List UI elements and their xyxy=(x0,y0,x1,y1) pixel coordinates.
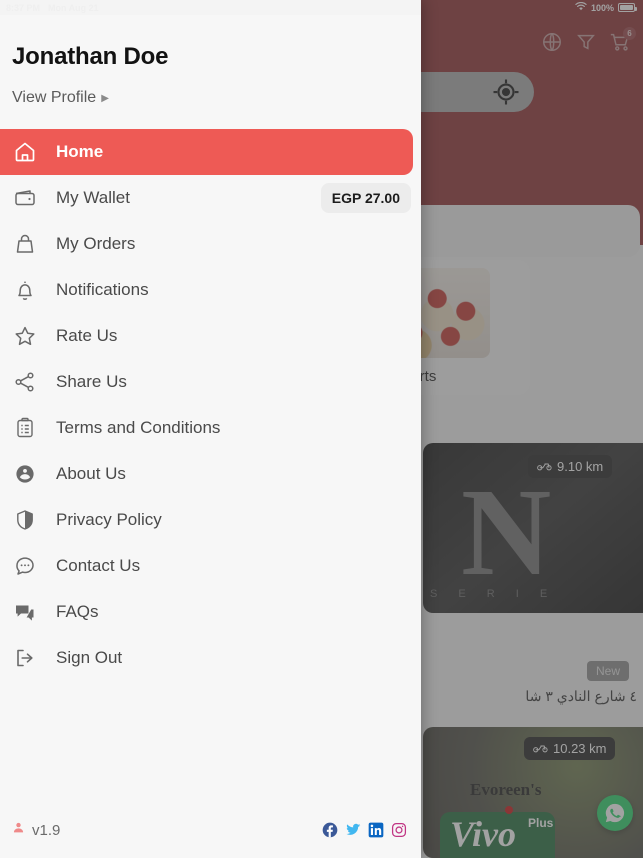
bag-icon xyxy=(12,231,38,257)
shield-icon xyxy=(12,507,38,533)
sign-out-icon xyxy=(12,645,38,671)
chat-icon xyxy=(12,553,38,579)
app-version-label: v1.9 xyxy=(32,821,61,839)
user-name: Jonathan Doe xyxy=(12,43,169,70)
menu-item-home[interactable]: Home xyxy=(0,129,413,175)
wallet-balance-badge: EGP 27.00 xyxy=(320,183,411,213)
instagram-icon[interactable] xyxy=(391,822,407,838)
clipboard-icon xyxy=(12,415,38,441)
profile-section: Jonathan Doe View Profile ▶ xyxy=(0,15,421,107)
view-profile-label: View Profile xyxy=(12,89,97,106)
star-icon xyxy=(12,323,38,349)
menu-item-label: Share Us xyxy=(56,372,127,391)
menu-item-rate-us[interactable]: Rate Us xyxy=(0,313,421,359)
twitter-icon[interactable] xyxy=(345,822,361,838)
person-icon xyxy=(12,821,25,839)
menu-item-label: About Us xyxy=(56,464,126,483)
share-icon xyxy=(12,369,38,395)
drawer-menu: Home My Wallet EGP 27.00 My Orders Notif… xyxy=(0,129,421,808)
chevron-right-icon: ▶ xyxy=(101,92,109,104)
menu-item-sign-out[interactable]: Sign Out xyxy=(0,635,421,681)
drawer-status-bar: 8:37 PM Mon Aug 21 xyxy=(0,0,421,15)
menu-item-faqs[interactable]: FAQs xyxy=(0,589,421,635)
menu-item-label: My Wallet xyxy=(56,188,130,207)
menu-item-share-us[interactable]: Share Us xyxy=(0,359,421,405)
menu-item-label: Terms and Conditions xyxy=(56,418,221,437)
menu-item-label: My Orders xyxy=(56,234,136,253)
faq-icon xyxy=(12,599,38,625)
home-icon xyxy=(12,139,38,165)
menu-item-privacy-policy[interactable]: Privacy Policy xyxy=(0,497,421,543)
menu-item-terms-and-conditions[interactable]: Terms and Conditions xyxy=(0,405,421,451)
menu-item-label: Sign Out xyxy=(56,648,123,667)
bell-icon xyxy=(12,277,38,303)
menu-item-label: FAQs xyxy=(56,602,99,621)
menu-item-label: Contact Us xyxy=(56,556,141,575)
menu-item-about-us[interactable]: About Us xyxy=(0,451,421,497)
menu-item-label: Home xyxy=(56,142,104,161)
social-links xyxy=(322,822,407,838)
view-profile-link[interactable]: View Profile ▶ xyxy=(12,89,409,107)
navigation-drawer: 8:37 PM Mon Aug 21 Jonathan Doe View Pro… xyxy=(0,0,421,858)
menu-item-my-orders[interactable]: My Orders xyxy=(0,221,421,267)
menu-item-my-wallet[interactable]: My Wallet EGP 27.00 xyxy=(0,175,421,221)
drawer-footer: v1.9 xyxy=(0,808,421,858)
menu-item-label: Notifications xyxy=(56,280,149,299)
menu-item-label: Rate Us xyxy=(56,326,118,345)
status-date: Mon Aug 21 xyxy=(48,2,99,13)
menu-item-label: Privacy Policy xyxy=(56,510,162,529)
linkedin-icon[interactable] xyxy=(368,822,384,838)
facebook-icon[interactable] xyxy=(322,822,338,838)
wallet-icon xyxy=(12,185,38,211)
status-time: 8:37 PM xyxy=(6,2,41,13)
menu-item-contact-us[interactable]: Contact Us xyxy=(0,543,421,589)
menu-item-notifications[interactable]: Notifications xyxy=(0,267,421,313)
info-icon xyxy=(12,461,38,487)
